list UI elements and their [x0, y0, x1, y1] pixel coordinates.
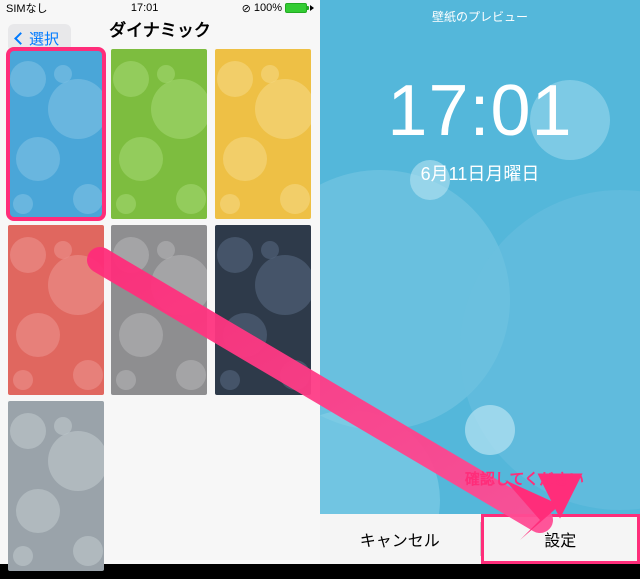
set-button[interactable]: 設定: [481, 514, 640, 564]
wallpaper-tile-silver[interactable]: [8, 401, 104, 571]
wallpaper-grid: [0, 41, 320, 579]
wallpaper-tile-blue[interactable]: [8, 49, 104, 219]
status-bar: SIMなし 17:01 ⊘ 100%: [0, 0, 320, 16]
wallpaper-tile-grey[interactable]: [111, 225, 207, 395]
orientation-lock-icon: ⊘: [242, 2, 251, 15]
page-title: ダイナミック: [109, 16, 211, 41]
preview-action-bar: キャンセル 設定: [320, 514, 640, 564]
battery-percent: 100%: [254, 2, 282, 14]
carrier-label: SIMなし: [6, 0, 48, 16]
lockscreen-date: 6月11日月曜日: [320, 160, 640, 186]
set-button-label: 設定: [544, 527, 576, 551]
charging-icon: [310, 5, 314, 11]
wallpaper-picker-screen: SIMなし 17:01 ⊘ 100% 選択 ダイナミック: [0, 0, 320, 564]
nav-bar: 選択 ダイナミック: [0, 16, 320, 41]
cancel-button[interactable]: キャンセル: [320, 514, 480, 564]
wallpaper-tile-green[interactable]: [111, 49, 207, 219]
battery-icon: [285, 3, 307, 13]
cancel-button-label: キャンセル: [360, 527, 440, 551]
preview-header: 壁紙のプレビュー: [320, 8, 640, 25]
lockscreen-time: 17:01: [320, 70, 640, 152]
wallpaper-tile-red[interactable]: [8, 225, 104, 395]
wallpaper-tile-dark[interactable]: [215, 225, 311, 395]
back-button-label: 選択: [29, 28, 59, 49]
wallpaper-preview-screen: 壁紙のプレビュー 17:01 6月11日月曜日 キャンセル 設定: [320, 0, 640, 564]
statusbar-time: 17:01: [131, 2, 159, 14]
wallpaper-tile-yellow[interactable]: [215, 49, 311, 219]
back-button[interactable]: 選択: [8, 24, 71, 52]
